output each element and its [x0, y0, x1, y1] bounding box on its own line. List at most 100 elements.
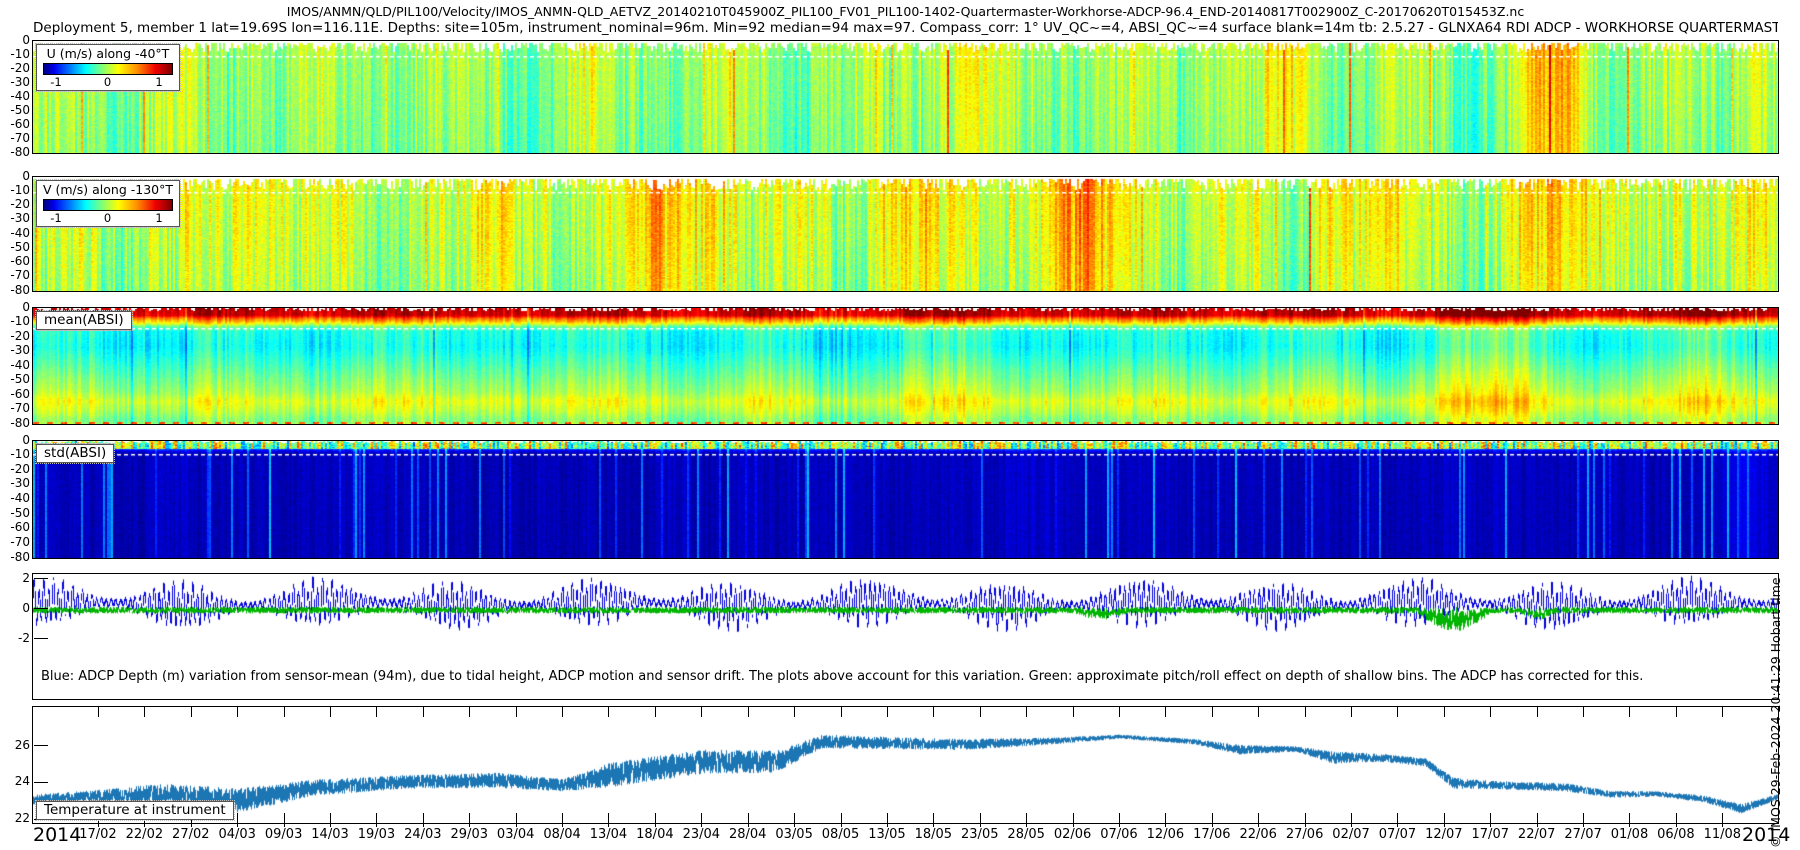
x-tick-mark-top — [1629, 707, 1630, 717]
x-tick-label: 27/02 — [167, 827, 215, 842]
depth-tick-label: -40 — [0, 359, 30, 372]
x-tick-mark-top — [1212, 707, 1213, 717]
x-tick-mark-top — [469, 707, 470, 717]
temperature-line-panel: Temperature at instrument — [32, 706, 1779, 824]
depth-tick-label: -70 — [0, 269, 30, 282]
depthvar-ytick-label: 2 — [0, 572, 30, 585]
x-tick-mark-top — [1676, 707, 1677, 717]
depth-tick-label: -80 — [0, 284, 30, 297]
x-tick-mark-top — [330, 707, 331, 717]
x-tick-label: 06/08 — [1652, 827, 1700, 842]
depth-tick-label: -70 — [0, 536, 30, 549]
x-tick-mark-bottom — [516, 813, 517, 827]
x-tick-mark-bottom — [1351, 813, 1352, 827]
x-tick-mark-top — [191, 707, 192, 717]
depth-tick-label: -60 — [0, 118, 30, 131]
std-absi-label: std(ABSI) — [36, 444, 114, 463]
depth-tick-label: -20 — [0, 62, 30, 75]
v-legend-title: V (m/s) along -130°T — [37, 182, 179, 197]
x-tick-label: 14/03 — [306, 827, 354, 842]
depth-tick-label: -40 — [0, 492, 30, 505]
x-tick-label: 22/07 — [1513, 827, 1561, 842]
x-tick-mark-bottom — [469, 813, 470, 827]
x-tick-label: 17/07 — [1466, 827, 1514, 842]
x-tick-mark-top — [1165, 707, 1166, 717]
x-tick-mark-top — [1397, 707, 1398, 717]
temp-ytick-mark — [34, 745, 48, 746]
x-tick-mark-top — [748, 707, 749, 717]
x-tick-mark-bottom — [701, 813, 702, 827]
x-tick-mark-bottom — [980, 813, 981, 827]
x-tick-mark-bottom — [1583, 813, 1584, 827]
v-colorbar-ticks: -101 — [43, 211, 173, 224]
x-tick-label: 09/03 — [260, 827, 308, 842]
x-tick-label: 22/06 — [1234, 827, 1282, 842]
x-tick-mark-bottom — [376, 813, 377, 827]
depth-tick-label: -30 — [0, 344, 30, 357]
v-velocity-heatmap — [33, 177, 1778, 291]
u-velocity-heatmap — [33, 41, 1778, 153]
depth-tick-label: -60 — [0, 255, 30, 268]
x-tick-mark-bottom — [794, 813, 795, 827]
x-tick-mark-bottom — [748, 813, 749, 827]
depth-tick-label: -50 — [0, 241, 30, 254]
mean-absi-label: mean(ABSI) — [36, 311, 132, 330]
x-tick-label: 27/06 — [1281, 827, 1329, 842]
depth-tick-label: -30 — [0, 212, 30, 225]
x-tick-mark-bottom — [608, 813, 609, 827]
x-tick-label: 18/04 — [631, 827, 679, 842]
x-tick-mark-bottom — [655, 813, 656, 827]
depth-variation-line-panel: Blue: ADCP Depth (m) variation from sens… — [32, 573, 1779, 700]
x-tick-mark-top — [1537, 707, 1538, 717]
x-tick-mark-top — [655, 707, 656, 717]
depth-tick-label: -50 — [0, 104, 30, 117]
depth-tick-label: -50 — [0, 507, 30, 520]
depthvar-ytick-mark — [34, 578, 48, 579]
x-tick-label: 11/08 — [1698, 827, 1746, 842]
x-tick-label: 28/05 — [1002, 827, 1050, 842]
depth-tick-label: -80 — [0, 417, 30, 430]
depth-tick-label: -10 — [0, 448, 30, 461]
u-colorbar-gradient — [43, 63, 173, 75]
mean-absi-heatmap — [33, 308, 1778, 424]
colorbar-tick-label: 1 — [155, 75, 162, 89]
temp-ytick-label: 24 — [0, 775, 30, 788]
x-tick-label: 29/03 — [445, 827, 493, 842]
x-tick-mark-top — [1119, 707, 1120, 717]
temp-ytick-label: 26 — [0, 739, 30, 752]
v-colorbar-gradient — [43, 199, 173, 211]
x-tick-mark-top — [1444, 707, 1445, 717]
x-tick-label: 13/05 — [863, 827, 911, 842]
x-tick-mark-top — [794, 707, 795, 717]
x-tick-mark-top — [284, 707, 285, 717]
x-tick-mark-bottom — [1537, 813, 1538, 827]
depth-tick-label: -30 — [0, 477, 30, 490]
x-tick-label: 18/05 — [909, 827, 957, 842]
x-tick-mark-bottom — [1119, 813, 1120, 827]
x-tick-mark-top — [1026, 707, 1027, 717]
temp-ytick-mark — [34, 782, 48, 783]
x-tick-label: 07/07 — [1373, 827, 1421, 842]
u-colorbar-legend: U (m/s) along -40°T -101 — [36, 44, 180, 91]
x-tick-mark-bottom — [1258, 813, 1259, 827]
x-tick-mark-top — [1305, 707, 1306, 717]
colorbar-tick-label: -1 — [50, 211, 61, 225]
x-tick-mark-bottom — [1212, 813, 1213, 827]
depth-tick-label: -60 — [0, 521, 30, 534]
x-tick-label: 28/04 — [724, 827, 772, 842]
depthvar-ytick-label: -2 — [0, 632, 30, 645]
colorbar-tick-label: 0 — [104, 75, 111, 89]
x-tick-mark-bottom — [284, 813, 285, 827]
x-tick-mark-top — [1351, 707, 1352, 717]
depth-tick-label: -40 — [0, 90, 30, 103]
x-tick-mark-top — [1073, 707, 1074, 717]
imos-copyright-watermark: © IMOS 29-Feb-2024 20:41:29 Hobart time — [1768, 577, 1784, 848]
depth-tick-label: -80 — [0, 146, 30, 159]
depthvar-ytick-mark — [34, 608, 48, 609]
v-velocity-heatmap-panel: V (m/s) along -130°T -101 — [32, 176, 1779, 292]
u-legend-title: U (m/s) along -40°T — [37, 46, 179, 61]
depth-tick-label: -10 — [0, 315, 30, 328]
x-tick-label: 19/03 — [352, 827, 400, 842]
depth-tick-label: -70 — [0, 132, 30, 145]
temperature-plot — [33, 707, 1778, 823]
